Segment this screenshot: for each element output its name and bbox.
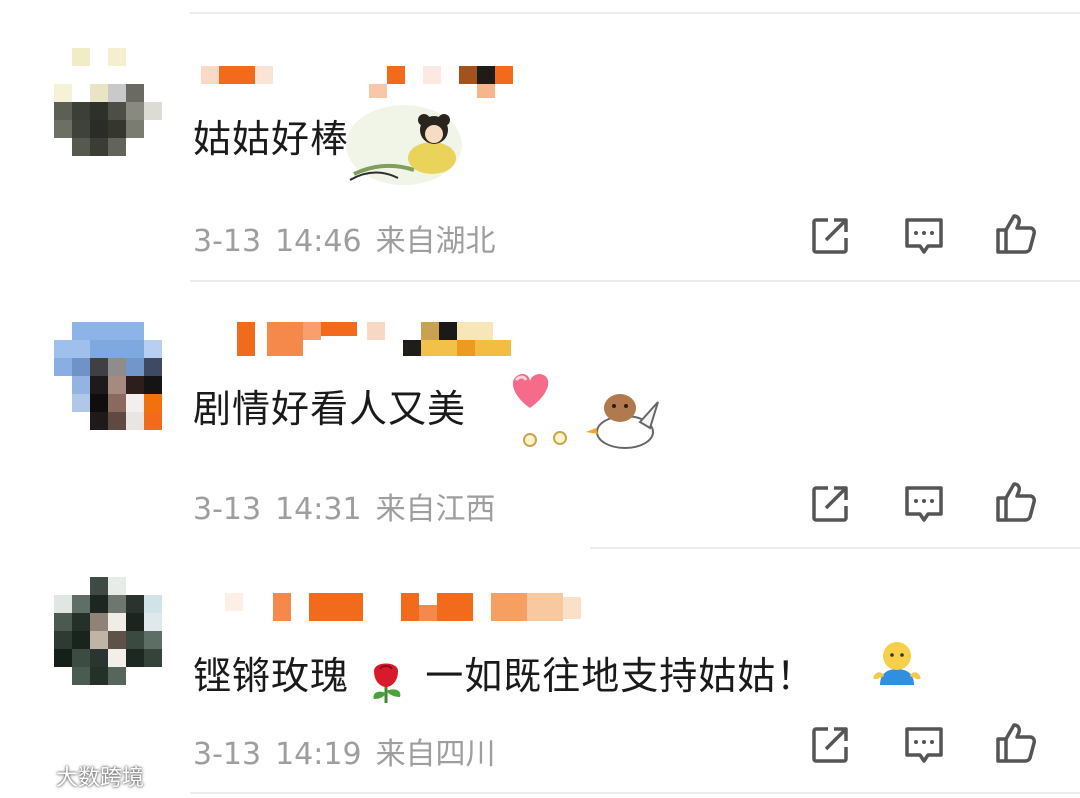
rose-emoji [362,657,412,703]
like-icon[interactable] [994,480,1038,524]
comment-item: 剧情好看人又美 3-13 14:31 来自江西 [0,280,1080,547]
person-emoji [872,639,922,687]
comment-icon[interactable] [902,723,946,767]
comment-location: 来自四川 [375,737,496,772]
comment-icon[interactable] [902,482,946,526]
avatar[interactable] [54,322,164,432]
comment-text: 姑姑好棒 [193,117,350,161]
comment-time: 14:19 [275,737,362,772]
watermark: 大数跨境 [8,760,144,792]
comment-text: 铿锵玫瑰 一如既往地支持姑姑！ [193,645,816,703]
comment-time: 14:46 [275,224,362,259]
comment-meta: 3-13 14:19 来自四川 [193,729,510,773]
comment-meta: 3-13 14:46 来自湖北 [193,216,510,260]
divider-3 [190,792,1080,794]
comment-text-part2: 一如既往地支持姑姑！ [425,654,816,698]
watermark-logo-icon [8,766,52,792]
avatar[interactable] [54,577,164,687]
comment-location: 来自湖北 [375,224,496,259]
comment-location: 来自江西 [375,492,496,527]
share-icon[interactable] [808,723,852,767]
nickname-pixelated[interactable] [195,320,615,364]
comment-time: 14:31 [275,492,362,527]
avatar[interactable] [54,48,164,158]
comment-date: 3-13 [193,737,262,772]
comment-meta: 3-13 14:31 来自江西 [193,484,510,528]
comment-date: 3-13 [193,492,262,527]
comment-date: 3-13 [193,224,262,259]
like-icon[interactable] [994,721,1038,765]
comment-text: 剧情好看人又美 [193,387,467,431]
comment-icon[interactable] [902,214,946,258]
watermark-text: 大数跨境 [56,766,145,791]
girl-character-sticker [344,100,464,190]
share-icon[interactable] [808,214,852,258]
share-icon[interactable] [808,482,852,526]
like-icon[interactable] [994,212,1038,256]
comment-item: 铿锵玫瑰 一如既往地支持姑姑！ 3-13 14:19 来自四川 [0,547,1080,792]
comment-text-part1: 铿锵玫瑰 [193,654,350,698]
nickname-pixelated[interactable] [195,591,615,635]
heart-and-capybara-on-goose-sticker [500,366,670,456]
comment-item: 姑姑好棒 3-13 14:46 来自湖北 [0,0,1080,280]
